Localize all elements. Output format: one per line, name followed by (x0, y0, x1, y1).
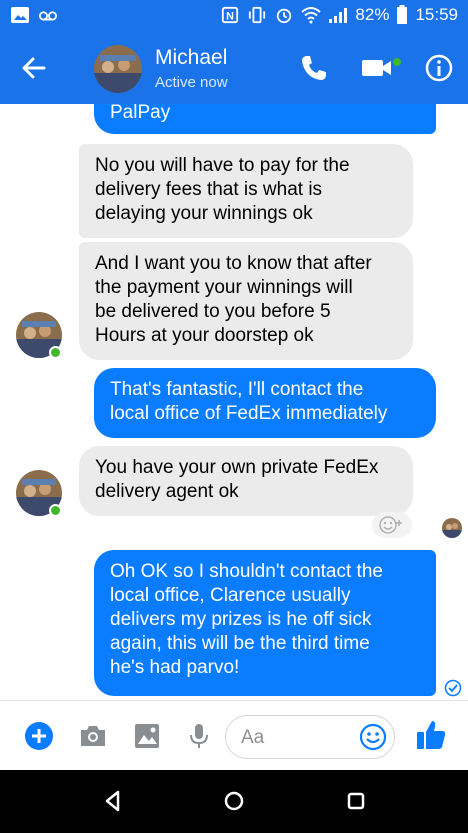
nfc-icon: N (222, 6, 239, 24)
signal-icon (329, 8, 348, 23)
microphone-icon[interactable] (184, 721, 214, 751)
svg-text:N: N (227, 11, 235, 23)
outgoing-message[interactable]: That's fantastic, I'll contact the local… (94, 368, 436, 438)
status-time: 15:59 (415, 5, 458, 24)
seen-check-icon (444, 679, 462, 697)
info-icon[interactable] (423, 52, 455, 84)
battery-icon (397, 5, 408, 24)
message-thread[interactable]: PalPay No you will have to pay for the d… (0, 104, 468, 700)
status-bar: N 82% 15:59 (0, 0, 468, 32)
vibrate-icon (249, 6, 266, 24)
android-nav-bar (0, 770, 468, 833)
message-input[interactable]: Aa (225, 715, 395, 759)
contact-avatar[interactable] (94, 45, 142, 93)
add-reaction-button[interactable] (372, 512, 412, 538)
camera-icon[interactable] (78, 721, 108, 751)
incoming-message[interactable]: You have your own private FedEx delivery… (79, 446, 413, 516)
outgoing-message[interactable]: Oh OK so I shouldn't contact the local o… (94, 550, 436, 696)
thumbs-up-icon[interactable] (414, 718, 448, 752)
phone-icon[interactable] (298, 52, 330, 84)
plus-icon[interactable] (24, 721, 54, 751)
video-icon[interactable] (360, 52, 402, 84)
read-receipt-avatar (442, 518, 462, 538)
message-composer: Aa (0, 700, 468, 770)
voicemail-icon (38, 11, 58, 21)
image-notification-icon (11, 7, 29, 23)
contact-status: Active now (155, 74, 228, 91)
outgoing-message[interactable]: PalPay (94, 104, 436, 134)
wifi-icon (301, 7, 322, 24)
alarm-icon (277, 8, 292, 24)
incoming-message[interactable]: And I want you to know that after the pa… (79, 242, 413, 360)
gallery-icon[interactable] (132, 721, 162, 751)
battery-percent: 82% (355, 5, 390, 24)
nav-back-icon[interactable] (100, 788, 126, 814)
conversation-header: Michael Active now (0, 32, 468, 104)
online-indicator (49, 504, 62, 517)
contact-name[interactable]: Michael (155, 46, 227, 70)
emoji-icon[interactable] (359, 723, 387, 751)
incoming-message[interactable]: No you will have to pay for the delivery… (79, 144, 413, 238)
online-indicator (49, 346, 62, 359)
message-input-placeholder: Aa (241, 727, 265, 748)
back-arrow-icon[interactable] (18, 52, 50, 84)
nav-recents-icon[interactable] (343, 788, 369, 814)
nav-home-icon[interactable] (221, 788, 247, 814)
